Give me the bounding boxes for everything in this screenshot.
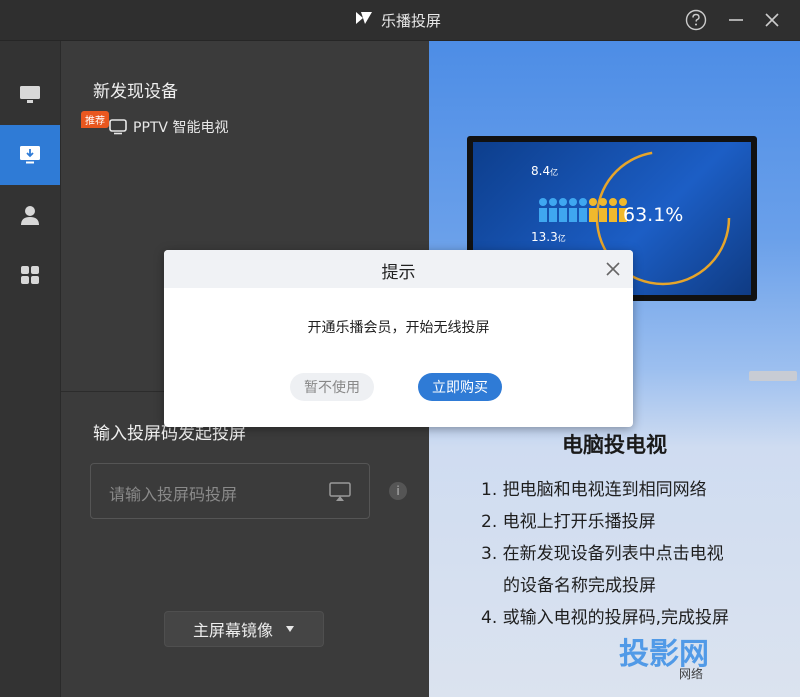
membership-dialog: 提示 开通乐播会员，开始无线投屏 暂不使用 立即购买: [164, 250, 633, 427]
title-bar: 乐播投屏: [0, 0, 800, 41]
help-icon[interactable]: [684, 8, 708, 32]
sidebar-item-apps[interactable]: [0, 245, 60, 305]
minimize-icon[interactable]: [724, 8, 748, 32]
app-brand: 乐播投屏: [355, 9, 441, 31]
close-window-icon[interactable]: [760, 8, 784, 32]
cast-download-icon: [20, 146, 40, 164]
dialog-message: 开通乐播会员，开始无线投屏: [307, 320, 490, 336]
dialog-title: 提示: [381, 263, 416, 283]
user-icon: [21, 206, 39, 225]
sidebar-item-cast[interactable]: [0, 125, 60, 185]
not-now-button[interactable]: 暂不使用: [290, 373, 374, 401]
logo-icon: [355, 9, 373, 31]
sidebar-item-screen[interactable]: [0, 65, 60, 125]
buy-now-button[interactable]: 立即购买: [418, 373, 502, 401]
monitor-icon: [20, 86, 40, 103]
grid-icon: [21, 266, 39, 284]
dialog-header: 提示: [164, 250, 633, 288]
sidebar: [0, 41, 61, 697]
app-title: 乐播投屏: [381, 11, 442, 30]
sidebar-item-user[interactable]: [0, 185, 60, 245]
dialog-close-icon[interactable]: [603, 259, 623, 279]
